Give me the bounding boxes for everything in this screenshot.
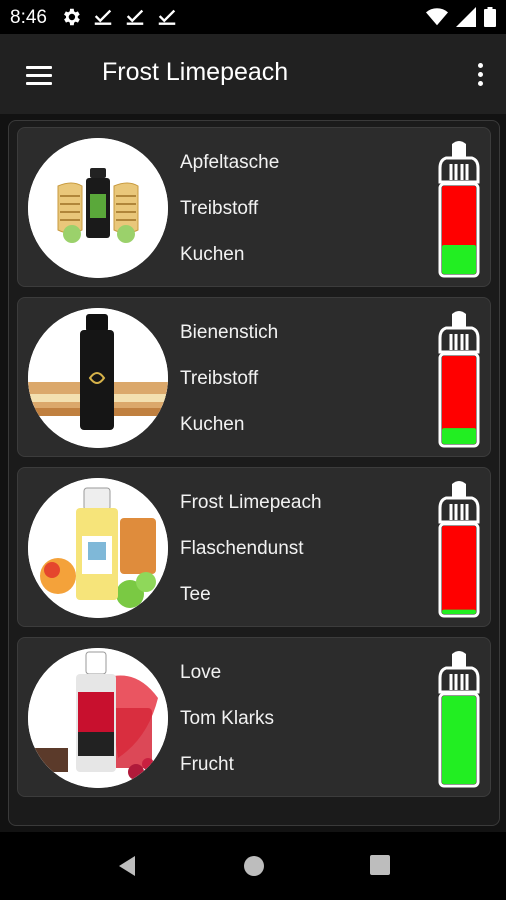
item-brand: Flaschendunst bbox=[180, 538, 304, 559]
item-category: Kuchen bbox=[180, 414, 245, 435]
item-name: Frost Limepeach bbox=[180, 492, 322, 513]
list-item[interactable]: Love Tom Klarks Frucht bbox=[17, 637, 491, 797]
wifi-icon bbox=[426, 8, 448, 26]
signal-icon bbox=[456, 7, 476, 27]
status-icons-left bbox=[60, 6, 178, 28]
download-done-icon bbox=[126, 9, 144, 25]
content-area: Apfeltasche Treibstoff Kuchen Bienenstic… bbox=[0, 114, 506, 832]
item-name: Love bbox=[180, 662, 222, 683]
status-time: 8:46 bbox=[10, 7, 47, 28]
apfeltasche-product-image bbox=[28, 138, 168, 278]
item-name: Apfeltasche bbox=[180, 152, 280, 173]
status-bar: 8:46 bbox=[0, 0, 506, 34]
battery-icon bbox=[484, 7, 496, 27]
app-bar: Frost Limepeach bbox=[0, 34, 506, 114]
fill-level-bottle-icon bbox=[438, 481, 480, 618]
item-brand: Tom Klarks bbox=[180, 708, 274, 729]
fill-level-bottle-icon bbox=[438, 141, 480, 278]
hamburger-menu-icon[interactable] bbox=[18, 58, 58, 92]
download-done-icon bbox=[94, 9, 112, 25]
list-item[interactable]: Bienenstich Treibstoff Kuchen bbox=[17, 297, 491, 457]
page-title: Frost Limepeach bbox=[102, 58, 289, 86]
item-brand: Treibstoff bbox=[180, 368, 259, 389]
system-nav-bar bbox=[0, 832, 506, 900]
back-icon[interactable] bbox=[115, 854, 139, 878]
item-category: Tee bbox=[180, 584, 211, 605]
item-category: Kuchen bbox=[180, 244, 245, 265]
download-done-icon bbox=[158, 9, 176, 25]
fill-level-bottle-icon bbox=[438, 311, 480, 448]
love-product-image bbox=[28, 648, 168, 788]
fill-level-bottle-icon bbox=[438, 651, 480, 788]
recents-icon[interactable] bbox=[369, 854, 391, 876]
list-item[interactable]: Frost Limepeach Flaschendunst Tee bbox=[17, 467, 491, 627]
home-icon[interactable] bbox=[242, 854, 266, 878]
frost-limepeach-product-image bbox=[28, 478, 168, 618]
liquid-list[interactable]: Apfeltasche Treibstoff Kuchen Bienenstic… bbox=[8, 120, 500, 826]
item-name: Bienenstich bbox=[180, 322, 279, 343]
item-brand: Treibstoff bbox=[180, 198, 259, 219]
list-item[interactable]: Apfeltasche Treibstoff Kuchen bbox=[17, 127, 491, 287]
bienenstich-product-image bbox=[28, 308, 168, 448]
status-icons-right bbox=[426, 7, 496, 27]
more-vert-icon[interactable] bbox=[468, 58, 492, 92]
gear-icon bbox=[64, 8, 80, 26]
item-category: Frucht bbox=[180, 754, 234, 775]
